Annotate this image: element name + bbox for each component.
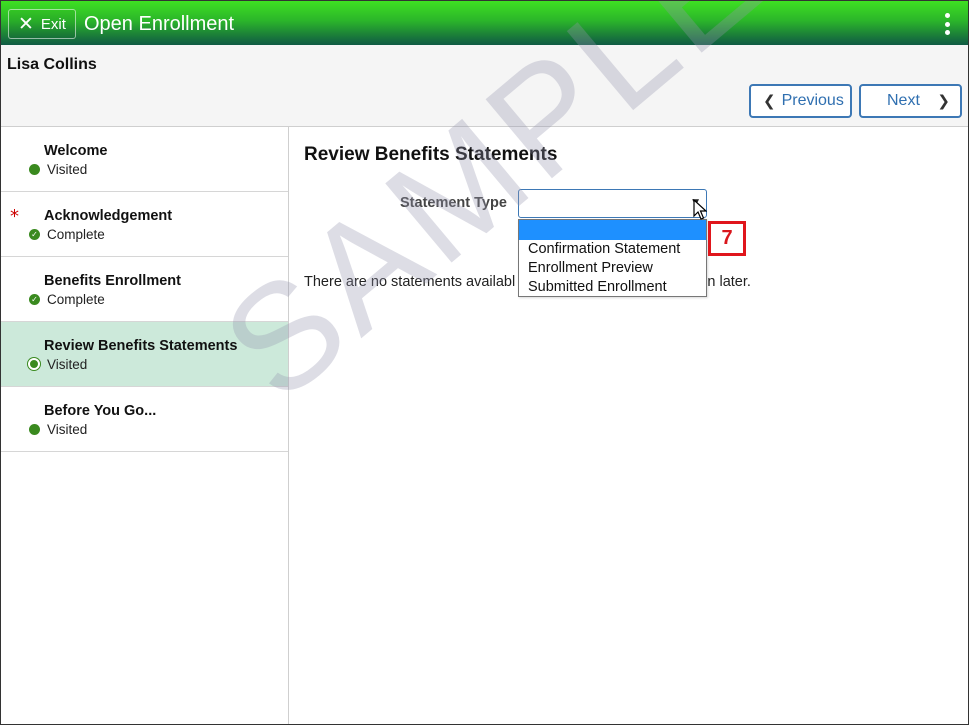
statement-type-label: Statement Type (400, 195, 507, 211)
sub-header: Lisa Collins ❮ Previous Next ❯ (1, 45, 968, 127)
mouse-cursor-icon (693, 199, 707, 220)
visited-dot-icon (29, 424, 40, 435)
step-before-you-go[interactable]: Before You Go... Visited (1, 387, 288, 452)
previous-button[interactable]: ❮ Previous (749, 84, 852, 118)
next-label: Next (887, 92, 920, 109)
exit-button[interactable]: ✕ Exit (8, 9, 76, 39)
option-blank[interactable] (519, 220, 706, 240)
option-submitted-enrollment[interactable]: Submitted Enrollment (519, 278, 706, 297)
page-title: Review Benefits Statements (304, 144, 558, 165)
chevron-right-icon: ❯ (937, 92, 950, 110)
step-acknowledgement[interactable]: * Acknowledgement ✓ Complete (1, 192, 288, 257)
main-content: Review Benefits Statements Statement Typ… (289, 127, 968, 724)
visited-dot-icon (29, 164, 40, 175)
option-enrollment-preview[interactable]: Enrollment Preview (519, 259, 706, 278)
step-welcome[interactable]: Welcome Visited (1, 127, 288, 192)
step-status: Visited (47, 422, 88, 437)
option-confirmation-statement[interactable]: Confirmation Statement (519, 240, 706, 259)
message-visible-suffix: in later. (704, 274, 751, 290)
complete-check-icon: ✓ (29, 294, 40, 305)
next-button[interactable]: Next ❯ (859, 84, 962, 118)
step-navigation: Welcome Visited * Acknowledgement ✓ Comp… (1, 127, 289, 724)
header-bar: ✕ Exit Open Enrollment (1, 1, 968, 45)
step-status: Visited (47, 357, 88, 372)
app-title: Open Enrollment (84, 13, 235, 35)
chevron-left-icon: ❮ (763, 92, 776, 110)
statement-type-listbox[interactable]: Confirmation Statement Enrollment Previe… (518, 219, 707, 297)
statement-type-select[interactable]: ▼ (518, 189, 707, 218)
step-title: Welcome (44, 143, 108, 159)
close-icon: ✕ (18, 12, 34, 35)
step-status: Visited (47, 162, 88, 177)
step-title: Review Benefits Statements (44, 338, 238, 354)
more-options-icon[interactable] (944, 13, 950, 35)
step-title: Before You Go... (44, 403, 157, 419)
required-icon: * (10, 206, 19, 227)
app-frame: ✕ Exit Open Enrollment Lisa Collins ❮ Pr… (0, 0, 969, 725)
previous-label: Previous (781, 92, 844, 109)
current-step-icon (28, 358, 40, 370)
step-status: Complete (47, 227, 105, 242)
exit-label: Exit (40, 15, 66, 33)
step-benefits-enrollment[interactable]: Benefits Enrollment ✓ Complete (1, 257, 288, 322)
message-visible-text: There are no statements availabl (304, 274, 516, 290)
step-title: Benefits Enrollment (44, 273, 181, 289)
complete-check-icon: ✓ (29, 229, 40, 240)
step-title: Acknowledgement (44, 208, 173, 224)
person-name: Lisa Collins (7, 56, 97, 73)
step-status: Complete (47, 292, 105, 307)
step-callout-badge: 7 (708, 221, 746, 256)
step-review-benefits-statements[interactable]: Review Benefits Statements Visited (1, 322, 288, 387)
